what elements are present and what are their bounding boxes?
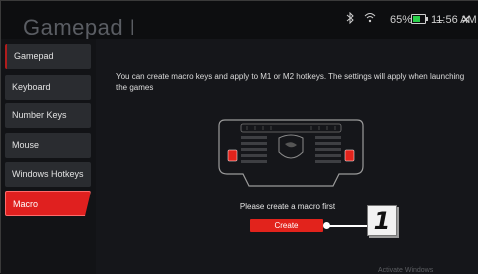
sidebar-item-mouse[interactable]: Mouse: [5, 133, 91, 158]
sidebar-item-number-keys[interactable]: Number Keys: [5, 103, 91, 128]
battery-nub: [426, 17, 428, 21]
battery-icon: [411, 14, 428, 24]
app-title: Gamepad Mode: [23, 15, 133, 39]
empty-state-prompt: Please create a macro first: [239, 202, 336, 211]
callout-line: [325, 225, 367, 227]
callout-number-badge: 1: [367, 205, 397, 236]
sidebar: Gamepad Keyboard Number Keys Mouse Windo…: [1, 39, 96, 274]
sidebar-item-keyboard[interactable]: Keyboard: [5, 75, 91, 100]
create-macro-button[interactable]: Create: [250, 219, 323, 232]
close-icon[interactable]: ✕: [459, 13, 473, 27]
minimize-icon[interactable]: –: [433, 13, 447, 27]
battery-fill: [413, 16, 420, 22]
battery-percent: 65%: [390, 14, 413, 26]
sidebar-item-windows-hotkeys[interactable]: Windows Hotkeys: [5, 162, 91, 187]
title-bar: Gamepad Mode 65% 11:56 AM: [1, 1, 478, 39]
sidebar-item-gamepad[interactable]: Gamepad: [5, 44, 91, 69]
bluetooth-icon: [346, 11, 355, 28]
sidebar-item-macro[interactable]: Macro: [5, 191, 91, 216]
wifi-icon: [364, 12, 376, 27]
gamepad-illustration: [218, 119, 364, 187]
main-panel: You can create macro keys and apply to M…: [96, 39, 478, 274]
app-window: Gamepad Mode 65% 11:56 AM Gamepad Keyboa…: [0, 0, 478, 274]
macro-description: You can create macro keys and apply to M…: [116, 72, 465, 92]
